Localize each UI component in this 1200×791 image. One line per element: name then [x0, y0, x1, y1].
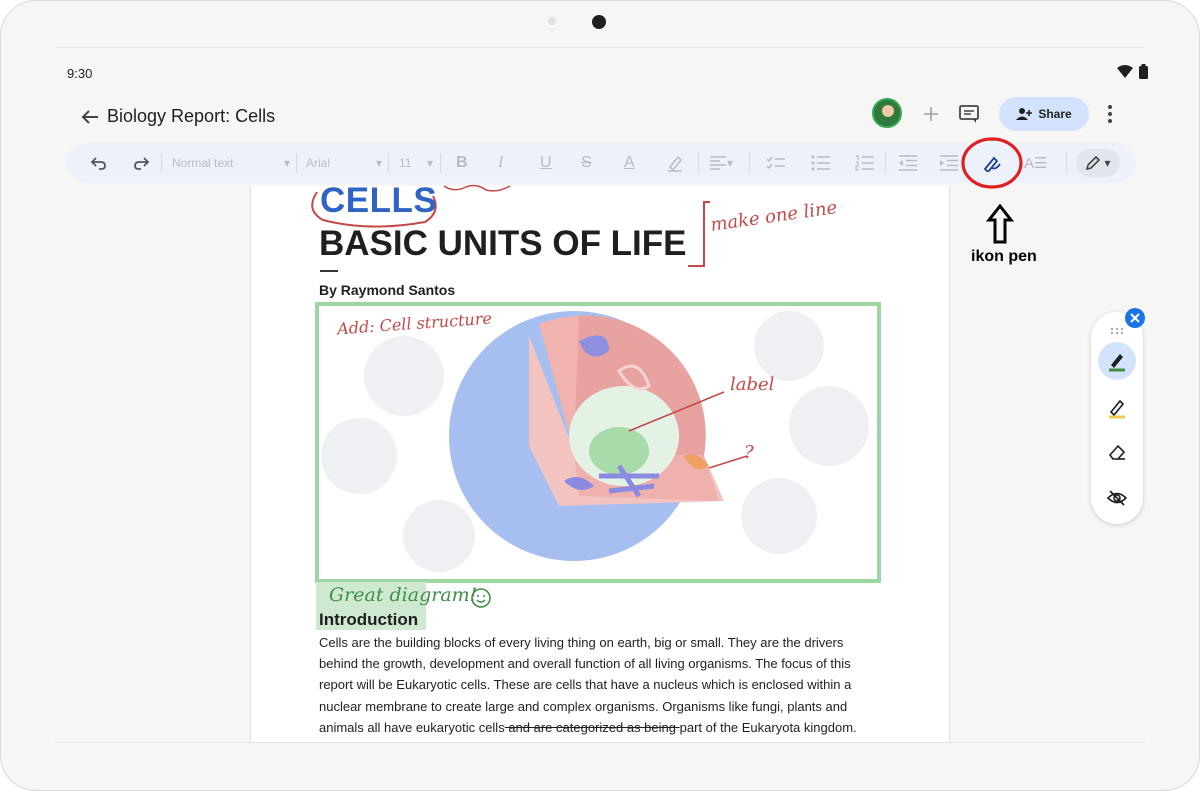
more-options-icon[interactable] [1100, 103, 1120, 125]
status-time: 9:30 [67, 66, 93, 81]
handwritten-great-diagram: Great diagram! [329, 584, 478, 606]
close-pen-panel-button[interactable] [1125, 308, 1145, 328]
pen-tool-button[interactable] [1098, 342, 1136, 380]
status-icons [1117, 64, 1148, 79]
hide-annotations-button[interactable] [1099, 480, 1135, 516]
numbered-list-icon [855, 155, 874, 171]
handwritten-question-mark: ? [744, 442, 754, 463]
intro-text-end: part of the Eukaryota kingdom. [679, 719, 857, 735]
front-camera [592, 15, 606, 29]
add-person-icon [1016, 108, 1033, 120]
battery-icon [1139, 64, 1148, 79]
highlighter-icon [1109, 399, 1125, 419]
redo-button[interactable] [132, 151, 150, 175]
smiley-icon [471, 588, 491, 608]
chevron-down-icon: ▾ [426, 156, 433, 170]
chevron-down-icon: ▾ [283, 156, 290, 170]
underline-icon: U [540, 154, 552, 171]
toolbar-divider [161, 153, 162, 173]
clear-format-button[interactable]: A☰ [1024, 151, 1047, 175]
screen-top-edge [55, 47, 1145, 48]
toolbar-divider [1066, 153, 1067, 173]
intro-heading[interactable]: Introduction [319, 610, 418, 630]
style-dropdown[interactable]: Normal text ▾ [172, 151, 290, 175]
undo-button[interactable] [90, 151, 108, 175]
text-color-icon: A [624, 154, 635, 171]
text-color-button[interactable]: A [624, 151, 635, 175]
document-title[interactable]: Biology Report: Cells [107, 106, 275, 127]
toolbar-divider [885, 153, 886, 173]
toolbar-divider [296, 153, 297, 173]
toolbar-divider [388, 153, 389, 173]
strikethrough-icon: S [581, 154, 592, 171]
annotation-label: ikon pen [971, 248, 1037, 265]
increase-indent-button[interactable] [939, 151, 959, 175]
chevron-down-icon: ▾ [375, 156, 382, 170]
italic-icon: I [498, 154, 504, 171]
font-dropdown[interactable]: Arial ▾ [306, 151, 382, 175]
redo-icon [134, 157, 150, 170]
add-collaborator-icon[interactable] [921, 104, 941, 124]
size-label: 11 [399, 156, 412, 170]
toolbar-divider [749, 153, 750, 173]
wifi-icon [1117, 64, 1133, 78]
document-title-word[interactable]: CELLS [320, 181, 437, 221]
eye-off-icon [1107, 490, 1127, 506]
comment-icon[interactable] [958, 103, 980, 125]
share-label: Share [1038, 107, 1072, 121]
bracket-mark [688, 201, 710, 267]
close-icon [1130, 313, 1140, 323]
back-arrow-icon[interactable] [78, 105, 102, 129]
pen-tool-panel [1091, 312, 1143, 524]
title-rule [320, 270, 338, 272]
bold-icon: B [456, 154, 468, 171]
intro-paragraph[interactable]: Cells are the building blocks of every l… [319, 632, 879, 738]
align-left-icon [710, 156, 726, 170]
chevron-down-icon: ▾ [727, 156, 734, 170]
cell-illustration [321, 311, 869, 572]
editing-mode-dropdown[interactable]: ▾ [1076, 149, 1120, 177]
camera-sensor [548, 17, 556, 25]
font-size-dropdown[interactable]: 11 ▾ [399, 151, 433, 175]
eraser-tool-button[interactable] [1099, 434, 1135, 470]
checklist-icon [766, 156, 785, 170]
italic-button[interactable]: I [498, 151, 503, 175]
bullet-list-icon [811, 155, 830, 171]
cell-diagram[interactable] [315, 302, 881, 583]
bold-button[interactable]: B [456, 151, 468, 175]
chevron-down-icon: ▾ [1104, 156, 1111, 170]
document-heading[interactable]: BASIC UNITS OF LIFE [319, 224, 687, 264]
edit-pencil-icon [1086, 155, 1101, 171]
toolbar-divider [440, 153, 441, 173]
clear-format-icon: A☰ [1024, 155, 1048, 172]
style-label: Normal text [172, 156, 234, 170]
avatar[interactable] [872, 98, 902, 128]
increase-indent-icon [940, 155, 958, 171]
eraser-icon [1108, 444, 1126, 460]
decrease-indent-icon [899, 155, 917, 171]
align-dropdown[interactable]: ▾ [709, 151, 733, 175]
struck-text: and are categorized as being [504, 719, 680, 735]
annotation-arrow-icon [986, 204, 1014, 244]
drag-handle-icon[interactable] [1110, 327, 1124, 335]
checklist-button[interactable] [766, 151, 786, 175]
font-label: Arial [306, 156, 331, 170]
bulleted-list-button[interactable] [811, 151, 831, 175]
highlighter-icon [668, 155, 683, 172]
handwritten-scribble [443, 184, 511, 192]
undo-icon [90, 157, 106, 170]
byline[interactable]: By Raymond Santos [319, 282, 455, 298]
underline-button[interactable]: U [540, 151, 552, 175]
highlight-button[interactable] [666, 151, 684, 175]
annotation-circle [961, 137, 1023, 189]
decrease-indent-button[interactable] [898, 151, 918, 175]
handwritten-label: label [730, 374, 775, 395]
highlighter-tool-button[interactable] [1099, 390, 1135, 426]
toolbar-divider [698, 153, 699, 173]
screen-bottom-edge [55, 742, 1145, 743]
share-button[interactable]: Share [999, 97, 1089, 131]
pen-icon [1109, 354, 1125, 372]
numbered-list-button[interactable] [855, 151, 875, 175]
strikethrough-button[interactable]: S [581, 151, 592, 175]
